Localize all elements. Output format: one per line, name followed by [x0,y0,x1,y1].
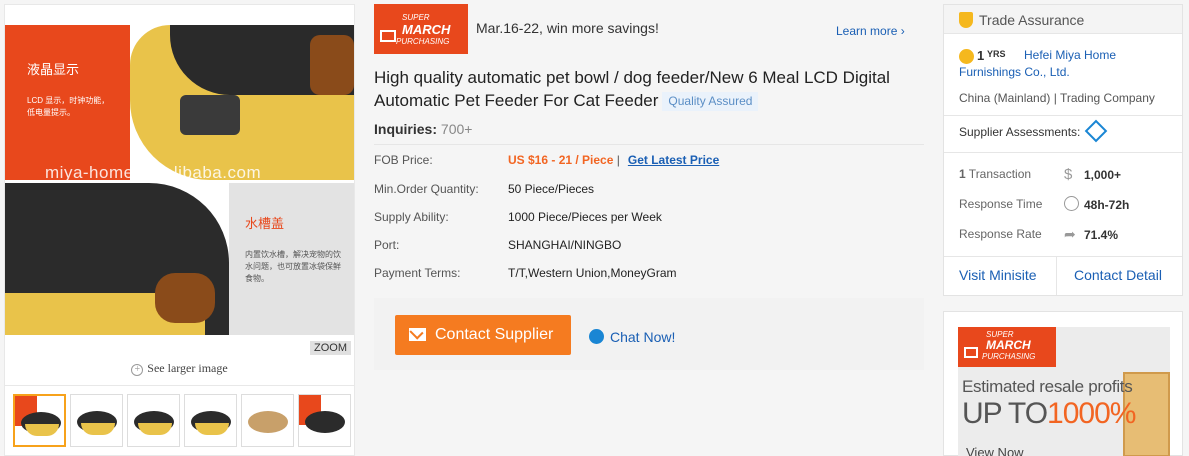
contact-supplier-button[interactable]: Contact Supplier [395,315,571,355]
divider [944,115,1182,116]
company-location: China (Mainland) | Trading Company [959,91,1155,105]
image-panel-lcd: 液晶显示 LCD 显示，时钟功能，低电量提示。 [5,25,130,180]
see-larger-label: See larger image [147,361,228,375]
divider [374,144,924,145]
company-name-link[interactable]: Hefei Miya Home Furnishings Co., Ltd. [959,47,1169,81]
mail-icon [409,328,426,341]
chevron-right-icon: › [900,24,905,38]
inquiries-value: 700+ [440,121,473,137]
spec-value: US $16 - 21 / Piece | Get Latest Price [508,153,720,167]
ad-percent: 1000% [1047,397,1136,430]
shield-icon [959,12,973,28]
response-rate-label: Response Rate [959,227,1042,241]
feeder-top-illustration [130,25,354,180]
contact-area: Contact Supplier Chat Now! [374,298,924,370]
supplier-assessments-label: Supplier Assessments: [959,125,1081,139]
promo-text: Mar.16-22, win more savings! [476,20,659,36]
chat-now-label: Chat Now! [610,329,676,345]
spec-label: Min.Order Quantity: [374,182,479,196]
thumbnail-4[interactable] [184,394,237,447]
learn-more-link[interactable]: Learn more › [836,24,905,38]
ad-estimated-text: Estimated resale profits [962,377,1133,396]
spec-label: Supply Ability: [374,210,449,224]
spec-label: FOB Price: [374,153,433,167]
image-panel-water-desc: 内置饮水槽，解决宠物的饮水问题，也可放置冰袋保鲜食物。 [245,250,341,283]
image-panel-lcd-desc: LCD 显示，时钟功能，低电量提示。 [27,96,110,117]
thumbnail-1[interactable] [13,394,66,447]
image-panel-water-title: 水槽盖 [245,216,285,231]
inquiries: Inquiries: 700+ [374,121,472,137]
reply-arrow-icon: ➦ [1064,226,1076,242]
dollar-icon: $ [1064,166,1073,183]
badge-bottom-text: PURCHASING [982,352,1036,361]
main-product-image[interactable]: 液晶显示 LCD 显示，时钟功能，低电量提示。 水槽盖 内置饮水槽，解决宠物的饮… [5,5,354,357]
super-march-badge: SUPER MARCH PURCHASING [374,4,468,54]
promo-ad-image[interactable]: SUPER MARCH PURCHASING Estimated resale … [958,327,1170,456]
spec-label: Port: [374,238,400,252]
inquiries-label: Inquiries: [374,121,438,137]
spec-label: Payment Terms: [374,266,461,280]
badge-main-text: MARCH [986,338,1031,352]
trade-assurance-label: Trade Assurance [979,12,1085,28]
feeder-bottom-illustration [5,183,229,335]
promo-ad[interactable]: SUPER MARCH PURCHASING Estimated resale … [943,311,1183,456]
divider [5,385,354,386]
chat-bubble-icon [589,329,604,344]
visit-minisite-link[interactable]: Visit Minisite [959,267,1037,283]
product-gallery: 液晶显示 LCD 显示，时钟功能，低电量提示。 水槽盖 内置饮水槽，解决宠物的饮… [4,4,355,456]
badge-main-text: MARCH [402,22,451,37]
ad-upto-text: UP TO1000% [962,397,1136,431]
zoom-label[interactable]: ZOOM [310,341,351,355]
divider [944,256,1182,257]
supplier-panel: Trade Assurance 1 YRS Hefei Miya Home Fu… [943,4,1183,296]
trade-assurance-header[interactable]: Trade Assurance [944,5,1182,34]
product-title-text: High quality automatic pet bowl / dog fe… [374,68,890,110]
spec-value: 1000 Piece/Pieces per Week [508,210,662,224]
image-panel-lcd-title: 液晶显示 [27,62,80,77]
divider [1056,257,1057,295]
product-title: High quality automatic pet bowl / dog fe… [374,66,914,112]
transaction-text: Transaction [965,167,1032,181]
cart-icon [380,30,396,42]
cart-icon [964,347,978,358]
ad-upto-label: UP TO [962,397,1048,430]
image-panel-water: 水槽盖 内置饮水槽，解决宠物的饮水问题，也可放置冰袋保鲜食物。 [229,183,354,335]
contact-detail-link[interactable]: Contact Detail [1074,267,1162,283]
super-march-badge: SUPER MARCH PURCHASING [958,327,1056,367]
thumbnail-3[interactable] [127,394,180,447]
zoom-in-icon: + [131,364,144,376]
thumbnail-6[interactable] [298,394,351,447]
get-latest-price-link[interactable]: Get Latest Price [628,153,719,167]
thumbnail-5[interactable] [241,394,294,447]
ad-view-now[interactable]: View Now [966,445,1024,456]
clock-icon [1064,196,1079,211]
promo-banner[interactable]: SUPER MARCH PURCHASING Mar.16-22, win mo… [374,4,924,54]
badge-bottom-text: PURCHASING [396,37,450,46]
chat-now-link[interactable]: Chat Now! [589,329,675,345]
divider [944,152,1182,153]
assessment-icon[interactable] [1084,119,1108,143]
spec-value: T/T,Western Union,MoneyGram [508,266,677,280]
image-watermark: miya-home.en.alibaba.com [45,163,262,182]
thumbnail-strip [13,394,353,450]
transaction-count: 1 [959,167,966,181]
transaction-value: 1,000+ [1084,168,1122,182]
thumbnail-2[interactable] [70,394,123,447]
response-rate-value: 71.4% [1084,228,1119,242]
response-time-value: 48h-72h [1084,198,1130,212]
transaction-label: 1 Transaction [959,167,1031,181]
learn-more-label: Learn more [836,24,898,38]
see-larger-image-link[interactable]: + See larger image [5,361,354,376]
spec-value: 50 Piece/Pieces [508,182,595,196]
spec-value: SHANGHAI/NINGBO [508,238,622,252]
badge-top-text: SUPER [402,13,430,22]
response-time-label: Response Time [959,197,1043,211]
fob-price: US $16 - 21 / Piece [508,153,614,167]
quality-assured-badge[interactable]: Quality Assured [662,92,759,111]
contact-supplier-label: Contact Supplier [435,326,554,343]
